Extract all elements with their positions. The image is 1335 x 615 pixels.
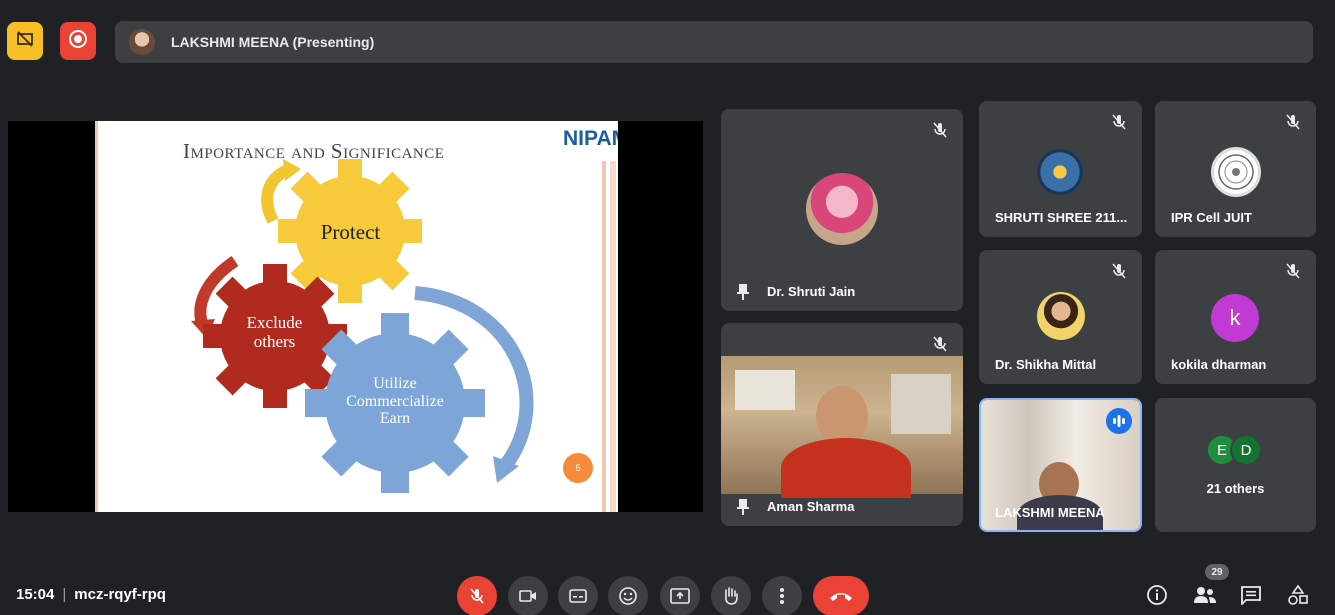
more-vert-icon (780, 588, 784, 604)
meeting-details-button[interactable] (1145, 583, 1169, 607)
emoji-icon (619, 587, 637, 605)
top-bar: LAKSHMI MEENA (Presenting) (0, 0, 1335, 72)
screen-share-off-icon (16, 30, 34, 53)
chat-button[interactable] (1239, 583, 1263, 607)
gear-label-exclude-line1: Exclude (246, 313, 303, 332)
gear-label-utilize-line1: Utilize (373, 375, 417, 392)
present-now-button[interactable] (660, 576, 700, 615)
participant-name: LAKSHMI MEENA (995, 505, 1105, 520)
participant-name: Dr. Shikha Mittal (995, 357, 1097, 372)
participant-name: Dr. Shruti Jain (767, 284, 856, 299)
avatar (1037, 292, 1085, 340)
participant-tile[interactable]: Dr. Shruti Jain (721, 109, 963, 311)
recording-button[interactable] (60, 22, 96, 60)
avatar: D (1230, 434, 1262, 466)
record-icon (68, 29, 88, 54)
speaking-indicator-icon (1106, 408, 1132, 434)
avatar (1037, 149, 1083, 195)
captions-icon (569, 589, 587, 603)
mic-off-icon (933, 336, 947, 352)
reactions-button[interactable] (608, 576, 648, 615)
mic-off-icon (1286, 114, 1300, 130)
captions-button[interactable] (558, 576, 598, 615)
seal-icon (1218, 154, 1254, 190)
mic-off-icon (1286, 263, 1300, 279)
people-icon (1194, 587, 1216, 603)
bottom-bar: 15:04 | mcz-rqyf-rpq (0, 568, 1335, 615)
slide-page-number: 5 (563, 453, 593, 483)
camera-icon (519, 590, 536, 602)
gears-diagram (191, 159, 534, 493)
presenter-avatar (129, 29, 155, 55)
pin-icon[interactable] (735, 283, 751, 301)
people-count-badge: 29 (1205, 564, 1229, 580)
hang-up-icon (830, 593, 852, 601)
avatar (1211, 147, 1261, 197)
presentation-slide: Importance and Significance NIPAM (95, 121, 618, 512)
participant-tile[interactable]: IPR Cell JUIT (1155, 101, 1316, 237)
avatar: k (1211, 294, 1259, 342)
others-tile[interactable]: E D 21 others (1155, 398, 1316, 532)
hand-icon (725, 587, 738, 605)
presenting-banner[interactable]: LAKSHMI MEENA (Presenting) (115, 21, 1313, 63)
avatar (806, 173, 878, 245)
presentation-stage[interactable]: Importance and Significance NIPAM (8, 121, 703, 512)
activities-icon (1288, 584, 1308, 605)
mic-off-icon (470, 588, 484, 604)
participant-name: SHRUTI SHREE 211... (995, 210, 1128, 225)
separator: | (62, 586, 67, 603)
others-count-label: 21 others (1206, 481, 1265, 496)
gear-label-utilize-line3: Earn (379, 410, 411, 428)
more-options-button[interactable] (762, 576, 802, 615)
leave-call-button[interactable] (813, 576, 869, 615)
people-button[interactable] (1193, 583, 1217, 607)
camera-toggle-button[interactable] (508, 576, 548, 615)
gear-label-exclude-line2: others (253, 331, 296, 351)
clock: 15:04 (16, 586, 55, 603)
raise-hand-button[interactable] (711, 576, 751, 615)
chat-icon (1241, 586, 1261, 605)
pin-icon[interactable] (735, 498, 751, 516)
wall-board (891, 374, 951, 434)
mic-off-icon (1112, 114, 1126, 130)
participant-tile[interactable]: Aman Sharma (721, 323, 963, 526)
gear-label-utilize-line2: Commercialize (346, 392, 444, 410)
gear-label-exclude: Exclude others (227, 313, 322, 351)
participant-tile[interactable]: SHRUTI SHREE 211... (979, 101, 1142, 237)
person-head (816, 386, 868, 446)
gear-label-utilize: Utilize Commercialize Earn (325, 375, 465, 428)
participant-name: kokila dharman (1171, 357, 1267, 372)
mic-off-icon (933, 122, 947, 138)
participant-name: IPR Cell JUIT (1171, 210, 1252, 225)
gear-label-protect: Protect (320, 220, 381, 244)
wall-board (735, 370, 795, 410)
person-body (781, 438, 911, 498)
meeting-details: 15:04 | mcz-rqyf-rpq (16, 586, 166, 603)
presentation-warning-button[interactable] (7, 22, 43, 60)
mic-toggle-button[interactable] (457, 576, 497, 615)
mic-off-icon (1112, 263, 1126, 279)
present-screen-icon (670, 588, 690, 604)
participant-name: Aman Sharma (767, 499, 855, 514)
participant-tile-speaking[interactable]: LAKSHMI MEENA (979, 398, 1142, 532)
meeting-code: mcz-rqyf-rpq (74, 586, 166, 603)
activities-button[interactable] (1286, 583, 1310, 607)
participant-tile[interactable]: Dr. Shikha Mittal (979, 250, 1142, 384)
participant-tile[interactable]: k kokila dharman (1155, 250, 1316, 384)
video-feed (721, 356, 963, 498)
presenter-label: LAKSHMI MEENA (Presenting) (171, 34, 375, 50)
info-icon (1147, 585, 1167, 605)
